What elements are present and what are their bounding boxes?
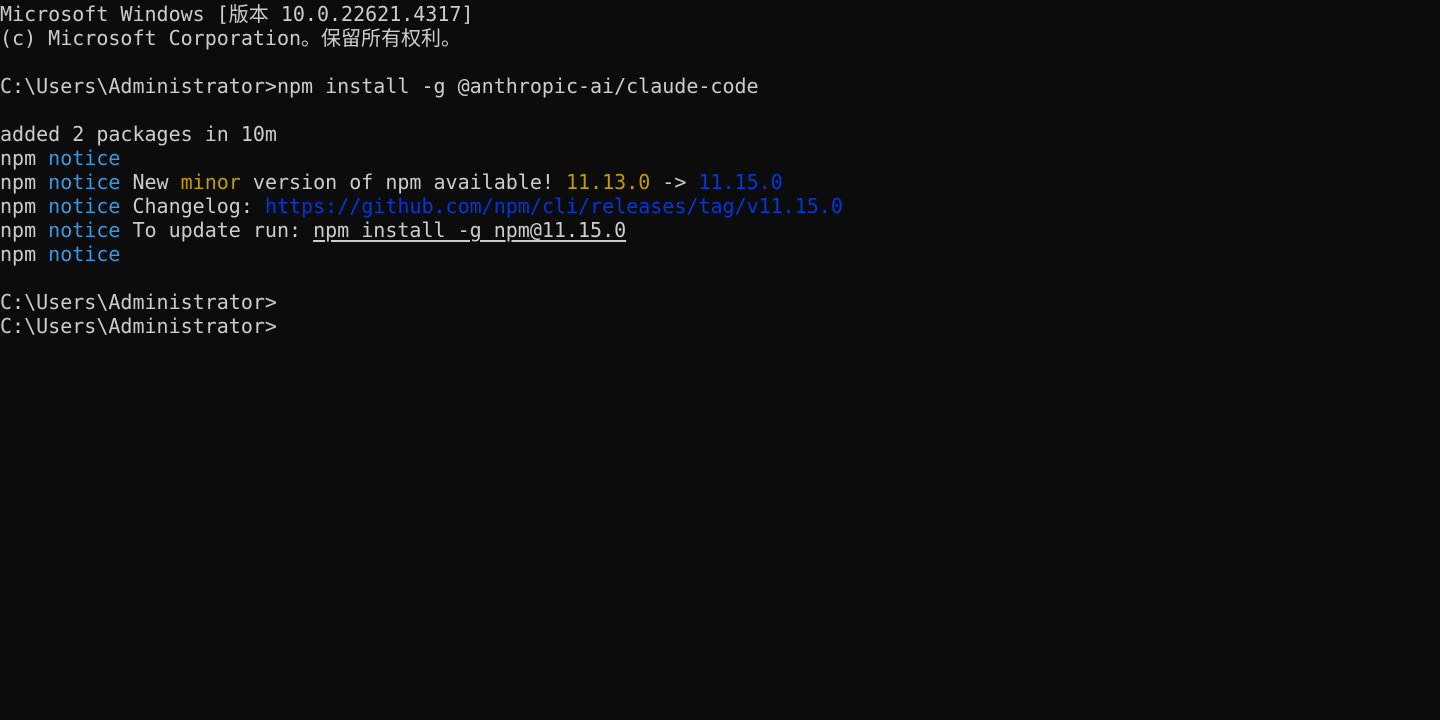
terminal-text: 11.13.0: [565, 170, 651, 194]
command-line-npm-install: C:\Users\Administrator>npm install -g @a…: [0, 74, 1440, 98]
terminal-window[interactable]: Microsoft Windows [版本 10.0.22621.4317] (c…: [0, 0, 1440, 720]
copyright-line: (c) Microsoft Corporation。保留所有权利。: [0, 26, 1440, 50]
terminal-text: (c) Microsoft Corporation。保留所有权利。: [0, 26, 462, 50]
terminal-text: npm install -g @anthropic-ai/claude-code: [276, 74, 759, 98]
terminal-text: To update run:: [120, 218, 314, 242]
terminal-text: notice: [48, 170, 121, 194]
terminal-text: notice: [48, 146, 121, 170]
terminal-text: npm: [0, 218, 49, 242]
terminal-text: New: [120, 170, 181, 194]
npm-notice-line: npm notice: [0, 242, 1440, 266]
terminal-text: notice: [48, 194, 121, 218]
npm-notice-line: npm notice: [0, 146, 1440, 170]
output-added-packages: added 2 packages in 10m: [0, 122, 1440, 146]
npm-notice-new-version-line: npm notice New minor version of npm avai…: [0, 170, 1440, 194]
terminal-text: notice: [48, 218, 121, 242]
terminal-text: ->: [650, 170, 699, 194]
terminal-text: C:\Users\Administrator>: [0, 290, 277, 314]
terminal-text: 11.15.0: [698, 170, 783, 194]
terminal-text: Microsoft Windows [版本 10.0.22621.4317]: [0, 2, 474, 26]
terminal-text: npm: [0, 242, 49, 266]
prompt-line-current: C:\Users\Administrator>: [0, 314, 1440, 338]
terminal-text: notice: [48, 242, 121, 266]
npm-notice-changelog-line: npm notice Changelog: https://github.com…: [0, 194, 1440, 218]
npm-notice-update-line: npm notice To update run: npm install -g…: [0, 218, 1440, 242]
terminal-text: C:\Users\Administrator>: [0, 74, 277, 98]
update-command-text: npm install -g npm@11.15.0: [313, 218, 627, 242]
windows-version-line: Microsoft Windows [版本 10.0.22621.4317]: [0, 2, 1440, 26]
changelog-link[interactable]: https://github.com/npm/cli/releases/tag/…: [265, 194, 843, 218]
terminal-text: Changelog:: [120, 194, 265, 218]
terminal-text: npm: [0, 146, 49, 170]
terminal-text: minor: [180, 170, 241, 194]
terminal-text: npm: [0, 194, 49, 218]
prompt-line: C:\Users\Administrator>: [0, 290, 1440, 314]
terminal-text: C:\Users\Administrator>: [0, 314, 277, 338]
terminal-text: added 2 packages in 10m: [0, 122, 277, 146]
terminal-text: npm: [0, 170, 49, 194]
terminal-text: version of npm available!: [240, 170, 566, 194]
